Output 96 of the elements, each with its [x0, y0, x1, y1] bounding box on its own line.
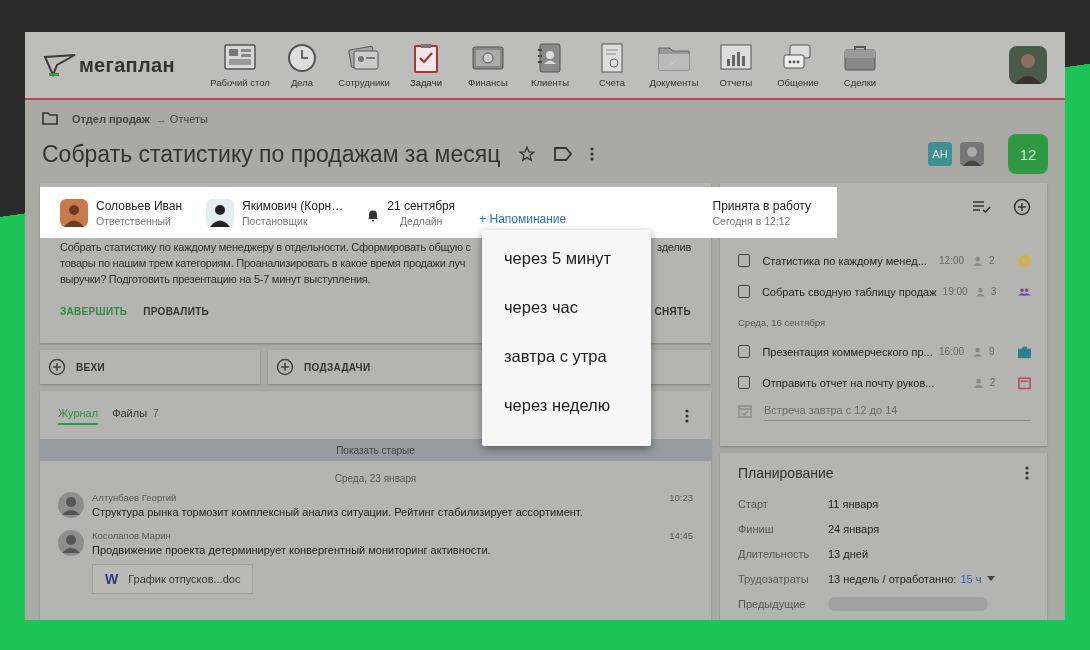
avatar	[60, 198, 88, 227]
message-text: Продвижение проекта детерминирует конвергентный мониторинг активности.	[92, 544, 492, 556]
message-time: 14:45	[669, 530, 693, 541]
tag-icon[interactable]	[554, 147, 573, 161]
author-name: Косолапов Марин	[92, 530, 171, 541]
word-doc-icon: W	[105, 571, 119, 587]
avatar	[58, 530, 84, 556]
nav-item[interactable]: Дела	[271, 42, 333, 88]
more-icon[interactable]	[685, 409, 689, 423]
field-label: Длительность	[738, 547, 811, 560]
more-icon[interactable]	[1025, 466, 1029, 480]
checkbox[interactable]	[738, 345, 751, 358]
nav-item[interactable]: Документы	[643, 42, 705, 88]
folder-icon	[42, 112, 58, 125]
field-value: 13 недель / отработанно:	[828, 572, 957, 585]
nav-item[interactable]: Общение	[767, 42, 829, 88]
person-role: Ответственный	[96, 214, 172, 227]
add-icon[interactable]	[1013, 198, 1031, 216]
nav-item[interactable]: Финансы	[457, 42, 519, 88]
task-title: Собрать статистику по продажам за месяц	[42, 140, 501, 168]
star-icon[interactable]	[518, 145, 537, 163]
menu-item[interactable]: через неделю	[482, 381, 651, 430]
breadcrumb-current: → Отчеты	[155, 112, 208, 125]
field-value: 24 января	[828, 522, 880, 535]
description-text: товары по нашим трем категориям. Проанализировать в какое время продажи луч	[60, 256, 466, 271]
more-icon[interactable]	[590, 147, 595, 161]
remove-button[interactable]: СНЯТЬ	[654, 306, 691, 317]
attachment-chip[interactable]: W График отпусков...doc	[92, 564, 254, 594]
add-icon	[48, 358, 66, 376]
status-time: Сегодня в 12:12	[712, 214, 792, 227]
description-text: выручки? Подготовить презентацию на 5-7 минут выступления.	[60, 272, 371, 287]
people-count: 9	[988, 346, 996, 357]
person-role: Постановщик	[242, 214, 309, 227]
add-button[interactable]: ВЕХИ	[40, 350, 260, 384]
field-label: Трудозатраты	[738, 572, 810, 585]
paper-plane-logo-icon	[43, 53, 77, 77]
person-icon	[973, 346, 983, 357]
todo-text: Презентация коммерческого пр...	[762, 345, 934, 358]
description-text: Собрать статистику по каждому менеджеру в отдельности. Сформировать общую с	[60, 240, 471, 255]
nav-item[interactable]: Сделки	[829, 42, 891, 88]
card-title: Планирование	[738, 465, 834, 481]
task-status: Принята в работу	[712, 198, 811, 213]
menu-item[interactable]: через 5 минут	[482, 234, 651, 283]
description-text: зделив	[657, 240, 691, 255]
checkbox[interactable]	[738, 376, 751, 389]
todo-time: 16:00	[939, 346, 966, 357]
deadline-date[interactable]: 21 сентября	[387, 198, 456, 213]
todo-time: 12:00	[939, 255, 966, 266]
show-older-button[interactable]: Показать старые	[40, 439, 711, 461]
person-icon	[975, 286, 985, 297]
new-todo-field[interactable]: Встреча завтра с 12 до 14	[764, 400, 1031, 421]
todo-time: 19:00	[942, 286, 969, 297]
person-icon	[973, 255, 983, 266]
field-label: Финиш	[738, 522, 775, 535]
todo-text: Собрать сводную таблицу продаж	[761, 285, 937, 298]
breadcrumb-link[interactable]: Отдел продаж	[72, 112, 150, 125]
author-name: Алтунбаев Георгий	[92, 492, 177, 503]
nav-item[interactable]: Задачи	[395, 42, 457, 88]
field-value: 13 дней	[828, 547, 869, 560]
nav-item[interactable]: Клиенты	[519, 42, 581, 88]
user-avatar[interactable]	[1009, 46, 1047, 84]
deadline-label: Дедлайн	[398, 214, 444, 227]
message-time: 10:23	[669, 492, 693, 503]
field-value: 11 января	[828, 497, 879, 510]
calendar-icon	[738, 403, 752, 418]
person-name[interactable]: Соловьев Иван	[96, 198, 183, 213]
nav-item[interactable]: Рабочий стол	[209, 42, 271, 88]
avatar	[58, 492, 84, 518]
nav-item[interactable]: Счета	[581, 42, 643, 88]
people-count: 2	[988, 255, 996, 266]
field-label: Старт	[738, 497, 769, 510]
date-header: Среда, 23 января	[333, 473, 418, 484]
logo-text: мегаплан	[79, 54, 175, 77]
people-count: 2	[989, 377, 997, 388]
watcher-avatar[interactable]	[960, 142, 984, 166]
date-header: Среда, 16 сентября	[738, 317, 827, 328]
checkbox[interactable]	[738, 254, 751, 267]
nav-item[interactable]: Сотрудники	[333, 42, 395, 88]
reminder-link[interactable]: + Напоминание	[479, 211, 567, 226]
checklist-icon[interactable]	[973, 201, 991, 213]
menu-item[interactable]: через час	[482, 283, 651, 332]
add-icon	[276, 358, 294, 376]
person-icon	[974, 377, 984, 388]
field-label: Предыдущие	[738, 597, 807, 610]
person-name[interactable]: Якимович (Корн…	[242, 198, 344, 213]
todo-text: Статистика по каждому менед...	[762, 254, 928, 267]
people-count: 3	[990, 286, 998, 297]
checkbox[interactable]	[738, 285, 750, 298]
fail-button[interactable]: ПРОВАЛИТЬ	[143, 306, 210, 317]
journal-tab[interactable]: Файлы 7	[112, 407, 159, 425]
nav-item[interactable]: Отчеты	[705, 42, 767, 88]
todo-text: Отправить отчет на почту руков...	[762, 376, 935, 389]
caret-icon[interactable]	[987, 576, 996, 581]
message-text: Структура рынка тормозит комплексный анализ ситуации. Рейтинг стабилизирует ассортимент.	[92, 506, 584, 518]
bell-icon	[367, 208, 380, 222]
avatar	[206, 198, 235, 227]
